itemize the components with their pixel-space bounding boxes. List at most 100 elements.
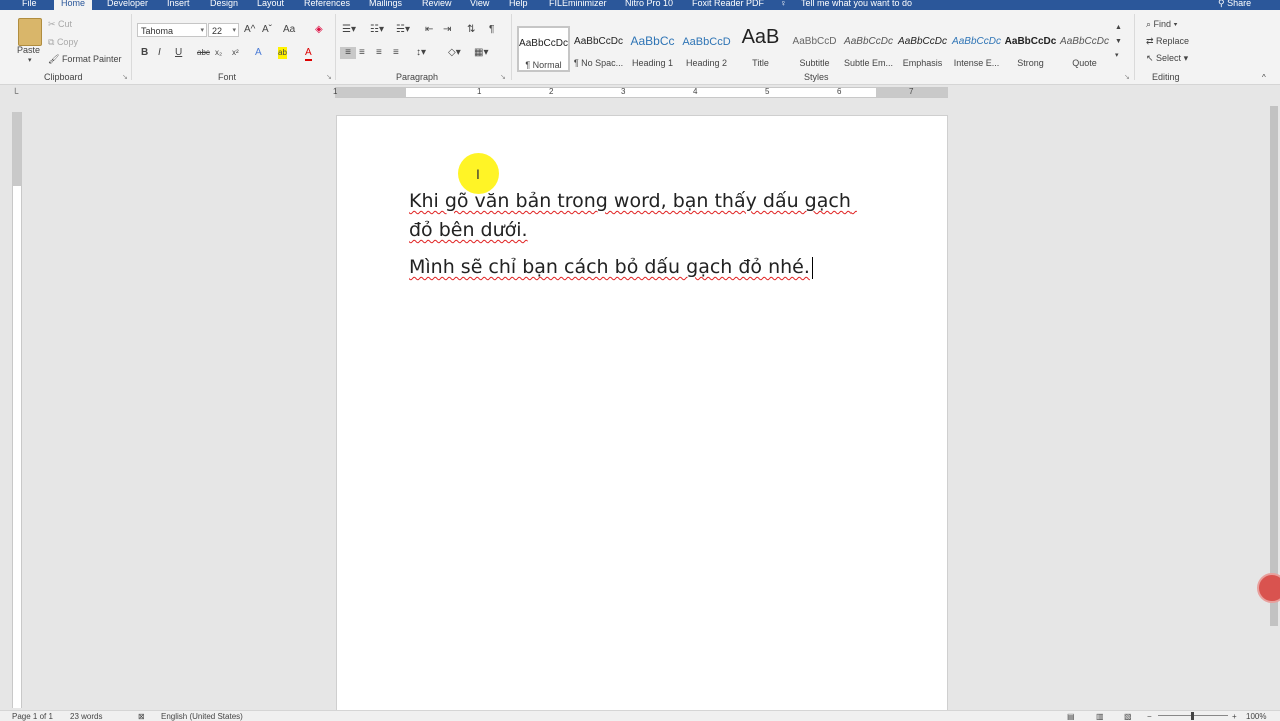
style-subtle-emphasis[interactable]: AaBbCcDc Subtle Em... xyxy=(842,26,895,72)
scissors-icon: ✂ xyxy=(48,19,59,29)
styles-launcher-icon[interactable]: ↘ xyxy=(1124,73,1130,81)
document-paragraph-2[interactable]: Mình sẽ chỉ bạn cách bỏ dấu gạch đỏ nhé. xyxy=(409,253,879,282)
select-button[interactable]: ↖ Select ▾ xyxy=(1146,53,1188,64)
paragraph-launcher-icon[interactable]: ↘ xyxy=(500,73,506,81)
cut-button[interactable]: ✂ Cut xyxy=(48,19,72,30)
superscript-button[interactable]: x² xyxy=(232,47,239,59)
recording-widget-icon[interactable] xyxy=(1257,573,1280,603)
tab-references[interactable]: References xyxy=(304,0,350,8)
chevron-down-icon: ▾ xyxy=(232,27,236,34)
styles-gallery: AaBbCcDc ¶ Normal AaBbCcDc ¶ No Spac... Aa… xyxy=(517,20,1127,72)
style-title[interactable]: AaB Title xyxy=(734,26,787,72)
highlight-icon[interactable]: ab xyxy=(278,47,287,59)
tab-help[interactable]: Help xyxy=(509,0,528,8)
copy-button[interactable]: ⧉ Copy xyxy=(48,37,78,48)
share-button[interactable]: ⚲ Share xyxy=(1218,0,1251,9)
tab-layout[interactable]: Layout xyxy=(257,0,284,8)
ruler-number: 3 xyxy=(621,87,626,96)
gallery-scroll-up-icon[interactable]: ▲ xyxy=(1115,22,1122,34)
status-bar: Page 1 of 1 23 words ⊠ English (United S… xyxy=(0,710,1280,721)
italic-button[interactable]: I xyxy=(158,47,161,59)
style-name: Title xyxy=(752,58,769,68)
style-name: Subtitle xyxy=(799,58,830,68)
tab-developer[interactable]: Developer xyxy=(107,0,148,8)
font-size-combo[interactable]: 22 ▾ xyxy=(208,23,239,37)
change-case-icon[interactable]: Aa xyxy=(283,24,295,36)
decrease-indent-icon[interactable]: ⇤ xyxy=(425,24,433,36)
scrollbar-thumb[interactable] xyxy=(1270,106,1278,626)
tab-foxit-reader[interactable]: Foxit Reader PDF xyxy=(692,0,764,8)
bullets-icon[interactable]: ☰▾ xyxy=(342,24,356,36)
find-button[interactable]: ⌕ Find ▾ xyxy=(1146,19,1177,30)
borders-icon[interactable]: ▦▾ xyxy=(474,47,488,59)
vertical-ruler[interactable] xyxy=(12,112,22,708)
subscript-button[interactable]: x₂ xyxy=(215,47,222,59)
collapse-ribbon-icon[interactable]: ^ xyxy=(1262,72,1266,84)
tab-home[interactable]: Home xyxy=(54,0,93,10)
style-subtitle[interactable]: AaBbCcD Subtitle xyxy=(788,26,841,72)
tab-file[interactable]: File xyxy=(22,0,37,8)
zoom-slider-thumb[interactable] xyxy=(1191,712,1194,720)
tab-insert[interactable]: Insert xyxy=(167,0,190,8)
style-quote[interactable]: AaBbCcDc Quote xyxy=(1058,26,1111,72)
increase-indent-icon[interactable]: ⇥ xyxy=(443,24,451,36)
document-page[interactable]: Khi gõ văn bản trong word, bạn thấy dấu … xyxy=(336,115,948,715)
paste-icon[interactable] xyxy=(18,18,42,46)
document-paragraph-1[interactable]: Khi gõ văn bản trong word, bạn thấy dấu … xyxy=(409,187,879,245)
font-name-combo[interactable]: Tahoma ▾ xyxy=(137,23,207,37)
shrink-font-icon[interactable]: Aˇ xyxy=(262,24,272,36)
tab-design[interactable]: Design xyxy=(210,0,238,8)
paragraph-text: Mình sẽ chỉ bạn cách bỏ dấu gạch đỏ nhé. xyxy=(409,256,810,278)
justify-icon[interactable]: ≡ xyxy=(393,47,399,59)
numbering-icon[interactable]: ☷▾ xyxy=(370,24,384,36)
group-divider xyxy=(511,14,512,80)
sort-icon[interactable]: ⇅ xyxy=(467,24,475,36)
align-center-icon[interactable]: ≡ xyxy=(359,47,365,59)
tell-me-search[interactable]: Tell me what you want to do xyxy=(801,0,912,8)
style-intense-emphasis[interactable]: AaBbCcDc Intense E... xyxy=(950,26,1003,72)
bold-button[interactable]: B xyxy=(141,47,148,59)
paste-dropdown-icon[interactable]: ▾ xyxy=(28,56,32,64)
style-normal[interactable]: AaBbCcDc ¶ Normal xyxy=(517,26,570,72)
vertical-scrollbar[interactable] xyxy=(1268,96,1280,708)
align-right-icon[interactable]: ≡ xyxy=(376,47,382,59)
style-preview: AaBbCcDc xyxy=(898,36,947,47)
show-marks-button[interactable]: ¶ xyxy=(489,24,494,36)
style-name: Strong xyxy=(1017,58,1044,68)
style-name: ¶ Normal xyxy=(525,60,562,70)
copy-label: Copy xyxy=(56,37,78,47)
clear-formatting-icon[interactable]: ◈ xyxy=(315,24,323,36)
tab-review[interactable]: Review xyxy=(422,0,452,8)
style-strong[interactable]: AaBbCcDc Strong xyxy=(1004,26,1057,72)
replace-button[interactable]: ⇄ Replace xyxy=(1146,36,1189,47)
style-emphasis[interactable]: AaBbCcDc Emphasis xyxy=(896,26,949,72)
font-color-icon[interactable]: A xyxy=(305,47,312,61)
gallery-scroll-down-icon[interactable]: ▼ xyxy=(1115,36,1122,48)
horizontal-ruler[interactable]: 1 1 2 3 4 5 6 7 xyxy=(333,87,948,98)
style-heading-2[interactable]: AaBbCcD Heading 2 xyxy=(680,26,733,72)
style-no-spacing[interactable]: AaBbCcDc ¶ No Spac... xyxy=(572,26,625,72)
shading-icon[interactable]: ◇▾ xyxy=(448,47,461,59)
tab-mailings[interactable]: Mailings xyxy=(369,0,402,8)
styles-group-label: Styles xyxy=(804,72,829,82)
align-left-icon[interactable]: ≡ xyxy=(340,47,356,59)
text-effects-icon[interactable]: A xyxy=(255,47,262,59)
format-painter-button[interactable]: 🖌 Format Painter xyxy=(48,54,121,65)
tab-fileminimizer[interactable]: FILEminimizer xyxy=(549,0,607,8)
clipboard-launcher-icon[interactable]: ↘ xyxy=(122,73,128,81)
select-label: Select xyxy=(1156,53,1182,63)
paste-button[interactable]: Paste xyxy=(17,45,40,55)
ruler-number: 1 xyxy=(333,87,338,96)
tab-selector-icon[interactable]: └ xyxy=(12,88,18,98)
style-heading-1[interactable]: AaBbCc Heading 1 xyxy=(626,26,679,72)
multilevel-list-icon[interactable]: ☵▾ xyxy=(396,24,410,36)
tab-view[interactable]: View xyxy=(470,0,489,8)
line-spacing-icon[interactable]: ↕▾ xyxy=(416,47,426,59)
strikethrough-button[interactable]: abc xyxy=(197,47,210,59)
underline-button[interactable]: U xyxy=(175,47,182,59)
font-launcher-icon[interactable]: ↘ xyxy=(326,73,332,81)
grow-font-icon[interactable]: A^ xyxy=(244,24,255,36)
group-divider xyxy=(335,14,336,80)
gallery-more-icon[interactable]: ▾ xyxy=(1115,50,1119,62)
tab-nitro-pro[interactable]: Nitro Pro 10 xyxy=(625,0,673,8)
